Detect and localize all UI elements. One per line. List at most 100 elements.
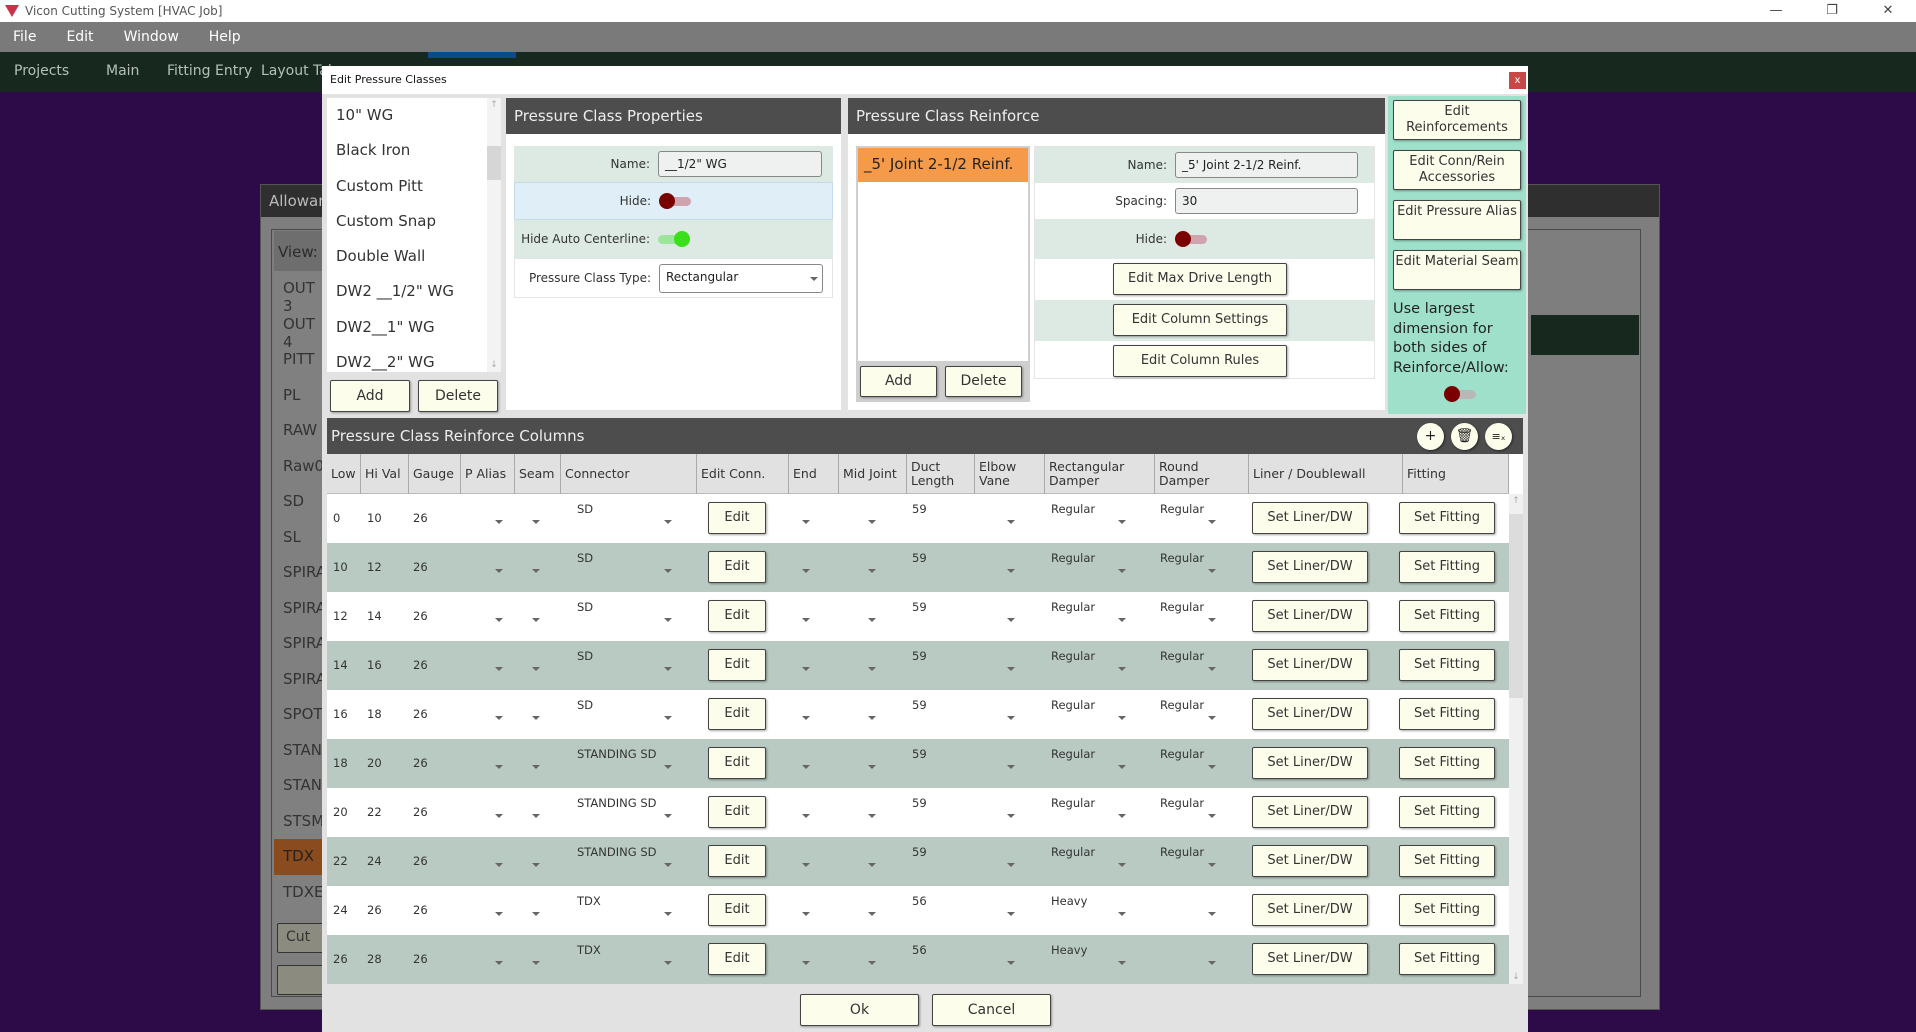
round-damper-dropdown[interactable] — [1208, 716, 1216, 720]
connector-dropdown[interactable] — [664, 912, 672, 916]
end-dropdown[interactable] — [802, 814, 810, 818]
seam-dropdown[interactable] — [532, 667, 540, 671]
rect-damper-dropdown[interactable] — [1118, 520, 1126, 524]
seam-dropdown[interactable] — [532, 961, 540, 965]
set-fitting-button[interactable]: Set Fitting — [1399, 600, 1495, 632]
delete-reinforce-button[interactable]: Delete — [945, 366, 1022, 397]
round-damper-dropdown[interactable] — [1208, 618, 1216, 622]
set-liner-dw-button[interactable]: Set Liner/DW — [1252, 551, 1368, 583]
menu-window[interactable]: Window — [124, 29, 179, 45]
edit-reinforcements-button[interactable]: Edit Reinforcements — [1393, 100, 1521, 140]
rect-damper-dropdown[interactable] — [1118, 569, 1126, 573]
mid-joint-dropdown[interactable] — [868, 569, 876, 573]
end-dropdown[interactable] — [802, 667, 810, 671]
set-liner-dw-button[interactable]: Set Liner/DW — [1252, 943, 1368, 975]
close-window-button[interactable]: ✕ — [1860, 0, 1916, 22]
column-header[interactable]: Fitting — [1403, 454, 1509, 494]
nav-fitting-entry[interactable]: Fitting Entry — [167, 63, 252, 79]
set-liner-dw-button[interactable]: Set Liner/DW — [1252, 747, 1368, 779]
hide-toggle[interactable] — [659, 193, 693, 209]
pressure-class-item[interactable]: Custom Pitt — [327, 169, 501, 204]
delete-pressure-class-button[interactable]: Delete — [418, 380, 498, 412]
elbow-vane-dropdown[interactable] — [1007, 765, 1015, 769]
nav-projects[interactable]: Projects — [14, 63, 69, 79]
minimize-button[interactable]: — — [1748, 0, 1804, 22]
edit-connector-button[interactable]: Edit — [708, 796, 766, 828]
edit-material-seam-button[interactable]: Edit Material Seam — [1393, 250, 1521, 290]
column-header[interactable]: Connector — [561, 454, 697, 494]
connector-dropdown[interactable] — [664, 520, 672, 524]
round-damper-dropdown[interactable] — [1208, 912, 1216, 916]
edit-connector-button[interactable]: Edit — [708, 894, 766, 926]
mid-joint-dropdown[interactable] — [868, 863, 876, 867]
pressure-class-item[interactable]: Double Wall — [327, 239, 501, 274]
seam-dropdown[interactable] — [532, 569, 540, 573]
elbow-vane-dropdown[interactable] — [1007, 667, 1015, 671]
column-header[interactable]: Mid Joint — [839, 454, 907, 494]
elbow-vane-dropdown[interactable] — [1007, 863, 1015, 867]
connector-dropdown[interactable] — [664, 765, 672, 769]
round-damper-dropdown[interactable] — [1208, 814, 1216, 818]
edit-connector-button[interactable]: Edit — [708, 502, 766, 534]
rect-damper-dropdown[interactable] — [1118, 667, 1126, 671]
p-alias-dropdown[interactable] — [495, 520, 503, 524]
list-scrollbar[interactable]: ↑ ↓ — [487, 98, 501, 372]
edit-connector-button[interactable]: Edit — [708, 845, 766, 877]
menu-edit[interactable]: Edit — [66, 29, 93, 45]
reinforce-list[interactable]: _5' Joint 2-1/2 Reinf. — [858, 148, 1028, 361]
rect-damper-dropdown[interactable] — [1118, 863, 1126, 867]
column-header[interactable]: P Alias — [461, 454, 515, 494]
pressure-class-type-select[interactable]: Rectangular — [659, 263, 823, 293]
scroll-up-icon[interactable]: ↑ — [487, 100, 501, 110]
column-header[interactable]: Low — [327, 454, 361, 494]
scrollbar-thumb[interactable] — [487, 146, 501, 180]
menu-file[interactable]: File — [13, 29, 36, 45]
set-fitting-button[interactable]: Set Fitting — [1399, 502, 1495, 534]
end-dropdown[interactable] — [802, 961, 810, 965]
rect-damper-dropdown[interactable] — [1118, 716, 1126, 720]
rect-damper-dropdown[interactable] — [1118, 912, 1126, 916]
pressure-class-list[interactable]: 10" WG Black Iron Custom Pitt Custom Snap Do… — [327, 98, 501, 372]
edit-connector-button[interactable]: Edit — [708, 943, 766, 975]
seam-dropdown[interactable] — [532, 716, 540, 720]
scroll-down-icon[interactable]: ↓ — [1509, 972, 1523, 982]
set-liner-dw-button[interactable]: Set Liner/DW — [1252, 796, 1368, 828]
reinforce-list-item[interactable]: _5' Joint 2-1/2 Reinf. — [858, 148, 1028, 182]
mid-joint-dropdown[interactable] — [868, 716, 876, 720]
elbow-vane-dropdown[interactable] — [1007, 618, 1015, 622]
p-alias-dropdown[interactable] — [495, 863, 503, 867]
menu-help[interactable]: Help — [209, 29, 241, 45]
mid-joint-dropdown[interactable] — [868, 912, 876, 916]
ok-button[interactable]: Ok — [800, 994, 919, 1026]
p-alias-dropdown[interactable] — [495, 569, 503, 573]
set-liner-dw-button[interactable]: Set Liner/DW — [1252, 502, 1368, 534]
end-dropdown[interactable] — [802, 912, 810, 916]
edit-connector-button[interactable]: Edit — [708, 698, 766, 730]
pressure-class-item[interactable]: Black Iron — [327, 133, 501, 168]
dialog-close-button[interactable]: x — [1509, 72, 1526, 89]
edit-connector-button[interactable]: Edit — [708, 649, 766, 681]
scroll-down-icon[interactable]: ↓ — [487, 360, 501, 370]
seam-dropdown[interactable] — [532, 912, 540, 916]
spacing-input[interactable]: 30 — [1175, 188, 1358, 214]
connector-dropdown[interactable] — [664, 961, 672, 965]
set-fitting-button[interactable]: Set Fitting — [1399, 894, 1495, 926]
edit-connector-button[interactable]: Edit — [708, 747, 766, 779]
mid-joint-dropdown[interactable] — [868, 961, 876, 965]
rect-damper-dropdown[interactable] — [1118, 618, 1126, 622]
mid-joint-dropdown[interactable] — [868, 765, 876, 769]
reinforce-name-input[interactable]: _5' Joint 2-1/2 Reinf. — [1175, 152, 1358, 178]
end-dropdown[interactable] — [802, 716, 810, 720]
round-damper-dropdown[interactable] — [1208, 569, 1216, 573]
edit-column-rules-button[interactable]: Edit Column Rules — [1113, 345, 1287, 377]
set-fitting-button[interactable]: Set Fitting — [1399, 845, 1495, 877]
p-alias-dropdown[interactable] — [495, 667, 503, 671]
set-liner-dw-button[interactable]: Set Liner/DW — [1252, 845, 1368, 877]
end-dropdown[interactable] — [802, 520, 810, 524]
column-header[interactable]: Hi Val — [361, 454, 409, 494]
edit-pressure-alias-button[interactable]: Edit Pressure Alias — [1393, 200, 1521, 240]
p-alias-dropdown[interactable] — [495, 814, 503, 818]
clear-filter-button[interactable]: ≡ₓ — [1485, 423, 1512, 450]
largest-dimension-toggle[interactable] — [1444, 386, 1478, 402]
column-header[interactable]: End — [789, 454, 839, 494]
